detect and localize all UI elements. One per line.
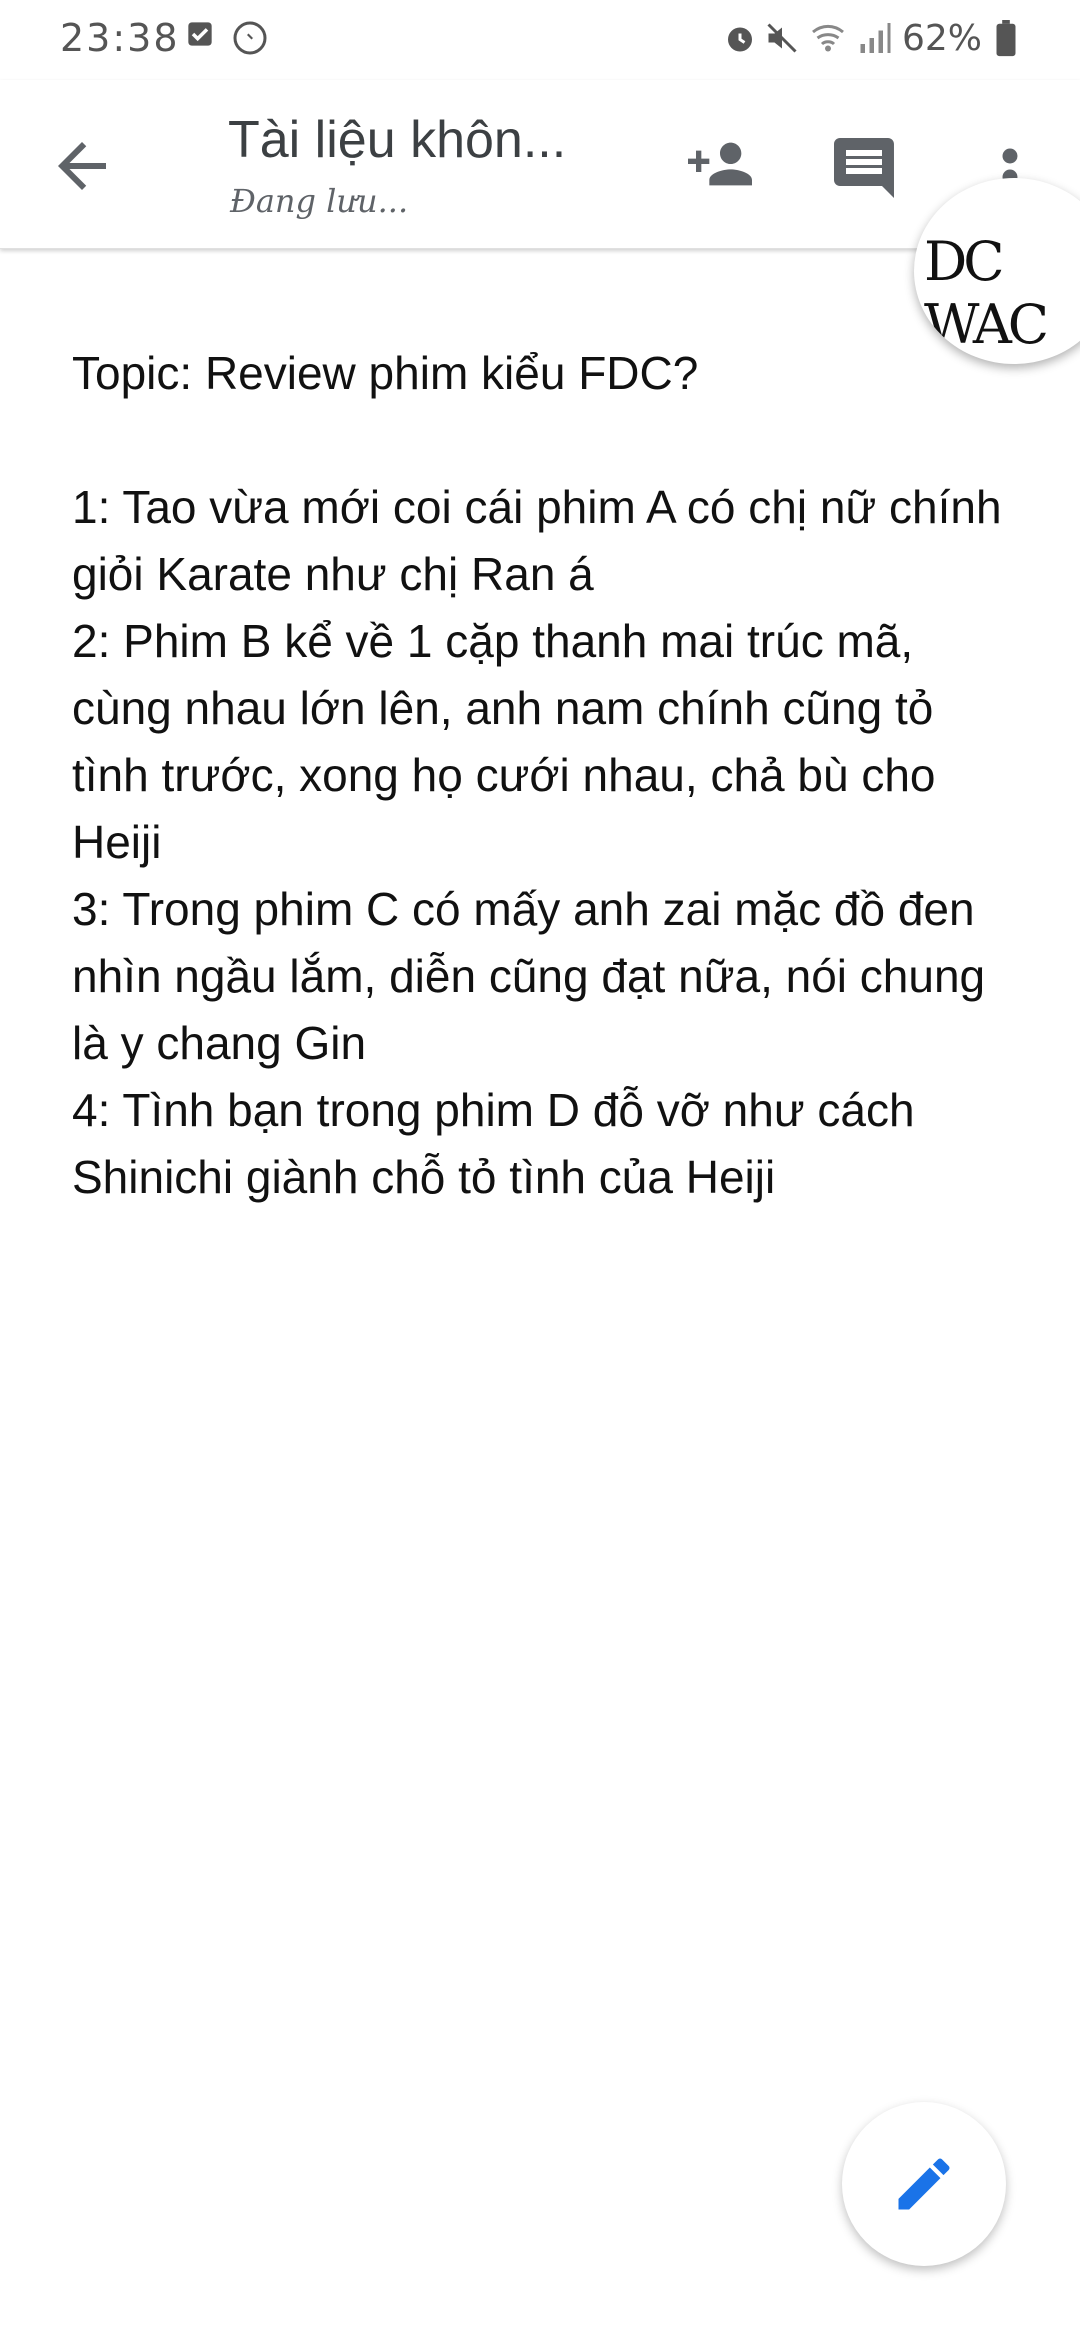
save-status: Đang lưu... — [230, 182, 409, 220]
comment-icon — [834, 138, 894, 198]
bubble-logo: DC WAC — [924, 230, 1049, 356]
document-title[interactable]: Tài liệu khôn... — [228, 110, 566, 170]
signal-icon — [856, 20, 892, 61]
doc-line-4: 4: Tình bạn trong phim D đỗ vỡ như cách … — [72, 1084, 928, 1203]
status-time: 23:38 — [60, 16, 180, 60]
alarm-icon — [722, 20, 758, 61]
wifi-icon — [808, 20, 848, 61]
doc-line-1: 1: Tao vừa mới coi cái phim A có chị nữ … — [72, 481, 1015, 600]
doc-line-3: 3: Trong phim C có mấy anh zai mặc đồ đe… — [72, 883, 998, 1069]
edit-fab-button[interactable] — [842, 2102, 1006, 2266]
checkbox-icon — [186, 20, 214, 53]
add-person-icon — [688, 142, 752, 186]
edit-pencil-icon — [898, 2158, 950, 2210]
doc-line-2: 2: Phim B kể về 1 cặp thanh mai trúc mã,… — [72, 615, 949, 868]
share-button[interactable] — [680, 132, 760, 196]
mute-icon — [764, 20, 800, 61]
app-bar: Tài liệu khôn... Đang lưu... — [0, 80, 1080, 249]
comment-button[interactable] — [828, 132, 900, 204]
back-arrow-icon — [58, 142, 106, 190]
battery-percent: 62% — [902, 18, 983, 59]
back-button[interactable] — [46, 130, 118, 202]
messenger-icon — [232, 20, 268, 61]
battery-icon — [994, 20, 1018, 63]
status-bar: 23:38 62% — [0, 0, 1080, 80]
doc-topic-line: Topic: Review phim kiểu FDC? — [72, 347, 699, 399]
document-body[interactable]: Topic: Review phim kiểu FDC? 1: Tao vừa … — [72, 340, 1012, 1211]
